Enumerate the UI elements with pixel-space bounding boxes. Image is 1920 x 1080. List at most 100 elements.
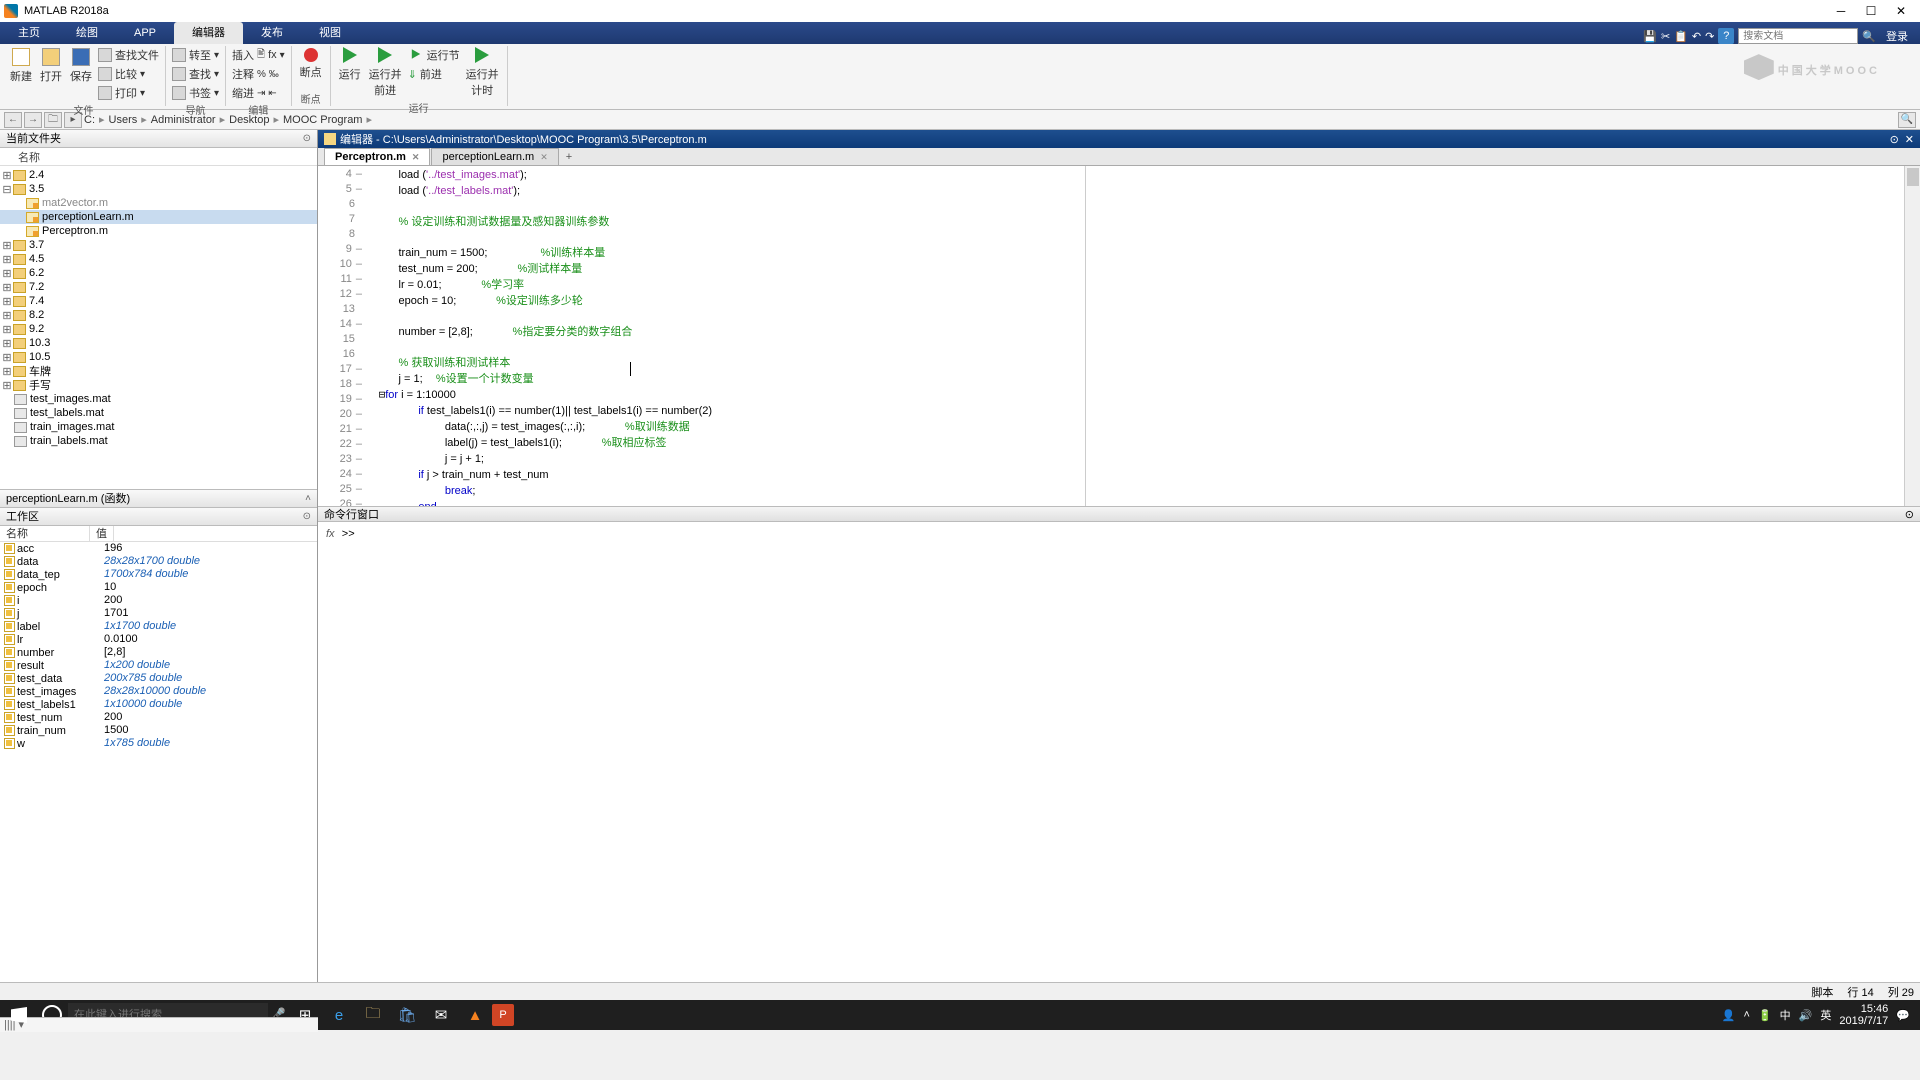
tab-apps[interactable]: APP xyxy=(116,22,174,44)
tab-view[interactable]: 视图 xyxy=(301,22,359,44)
folder-row[interactable]: ⊟3.5 xyxy=(0,182,317,196)
workspace-var-row[interactable]: acc196 xyxy=(0,542,317,555)
folder-row[interactable]: ⊞3.7 xyxy=(0,238,317,252)
folder-row[interactable]: ⊞车牌 xyxy=(0,364,317,378)
store-icon[interactable]: 🛍 xyxy=(390,1000,424,1030)
folder-row[interactable]: ⊞4.5 xyxy=(0,252,317,266)
new-button[interactable]: 新建 xyxy=(8,46,34,102)
folder-row[interactable]: ⊞10.5 xyxy=(0,350,317,364)
advance-button[interactable]: ⇓前进 xyxy=(408,65,460,83)
doc-search-input[interactable] xyxy=(1738,28,1858,44)
folder-row[interactable]: ⊞6.2 xyxy=(0,266,317,280)
col-name[interactable]: 名称 xyxy=(18,149,40,165)
file-row[interactable]: mat2vector.m xyxy=(0,196,317,210)
breakpoint-button[interactable]: 断点 xyxy=(298,46,324,82)
tab-close-icon[interactable]: ✕ xyxy=(412,152,420,163)
code-area[interactable]: load ('../test_images.mat'); load ('../t… xyxy=(366,166,1086,506)
tray-ime2[interactable]: 英 xyxy=(1820,1007,1831,1023)
minimize-button[interactable]: ─ xyxy=(1826,4,1856,18)
folder-row[interactable]: ⊞10.3 xyxy=(0,336,317,350)
quickaccess-save-icon[interactable]: 💾 xyxy=(1643,30,1657,43)
crumb-mooc[interactable]: MOOC Program xyxy=(283,114,362,126)
workspace-var-row[interactable]: label1x1700 double xyxy=(0,620,317,633)
folder-row[interactable]: ⊞7.2 xyxy=(0,280,317,294)
explorer-icon[interactable]: 🗀 xyxy=(356,1000,390,1030)
editor-body[interactable]: 4–5–6 7 8 9– 10–11–12– 13 14–15 16 17–18… xyxy=(318,166,1920,506)
folder-row[interactable]: ⊞7.4 xyxy=(0,294,317,308)
quickaccess-copy-icon[interactable]: 📋 xyxy=(1674,30,1688,43)
tray-people-icon[interactable]: 👤 xyxy=(1722,1009,1736,1022)
findfiles-button[interactable]: 查找文件 xyxy=(98,46,159,64)
workspace-var-row[interactable]: test_num200 xyxy=(0,711,317,724)
run-section-button[interactable]: 运行节 xyxy=(408,46,460,64)
tab-editor[interactable]: 编辑器 xyxy=(174,22,243,44)
folder-row[interactable]: ⊞手写 xyxy=(0,378,317,392)
file-row-selected[interactable]: perceptionLearn.m xyxy=(0,210,317,224)
editor-tab-perceptron[interactable]: Perceptron.m✕ xyxy=(324,148,430,165)
help-icon[interactable]: ? xyxy=(1718,28,1734,44)
indent-button[interactable]: 缩进 ⇥ ⇤ xyxy=(232,84,285,102)
editor-tab-perceptionlearn[interactable]: perceptionLearn.m✕ xyxy=(431,148,558,165)
run-button[interactable]: 运行 xyxy=(337,46,363,100)
tray-ime1[interactable]: 中 xyxy=(1780,1007,1791,1023)
login-button[interactable]: 登录 xyxy=(1880,28,1914,44)
panel-menu-icon[interactable]: ⊙ xyxy=(1905,507,1914,521)
ws-col-name[interactable]: 名称 xyxy=(0,526,90,541)
print-button[interactable]: 打印 ▾ xyxy=(98,84,159,102)
find-button[interactable]: 查找 ▾ xyxy=(172,65,219,83)
workspace-var-row[interactable]: test_labels11x10000 double xyxy=(0,698,317,711)
workspace-var-row[interactable]: lr0.0100 xyxy=(0,633,317,646)
workspace-var-row[interactable]: result1x200 double xyxy=(0,659,317,672)
open-button[interactable]: 打开 xyxy=(38,46,64,102)
file-row[interactable]: train_images.mat xyxy=(0,420,317,434)
file-row[interactable]: test_images.mat xyxy=(0,392,317,406)
workspace-var-row[interactable]: train_num1500 xyxy=(0,724,317,737)
tab-close-icon[interactable]: ✕ xyxy=(540,152,548,163)
tray-battery-icon[interactable]: 🔋 xyxy=(1758,1009,1772,1022)
run-time-button[interactable]: 运行并 计时 xyxy=(464,46,501,100)
workspace-var-row[interactable]: number[2,8] xyxy=(0,646,317,659)
compare-button[interactable]: 比较 ▾ xyxy=(98,65,159,83)
workspace-var-row[interactable]: j1701 xyxy=(0,607,317,620)
panel-menu-icon[interactable]: ⊙ xyxy=(303,508,311,526)
editor-close-icon[interactable]: ✕ xyxy=(1905,133,1914,146)
quickaccess-cut-icon[interactable]: ✂ xyxy=(1661,30,1670,43)
tray-volume-icon[interactable]: 🔊 xyxy=(1799,1009,1813,1022)
tab-home[interactable]: 主页 xyxy=(0,22,58,44)
workspace-var-row[interactable]: i200 xyxy=(0,594,317,607)
tab-publish[interactable]: 发布 xyxy=(243,22,301,44)
tray-up-icon[interactable]: ˄ xyxy=(1744,1009,1750,1021)
editor-new-tab[interactable]: + xyxy=(560,149,578,165)
folder-row[interactable]: ⊞2.4 xyxy=(0,168,317,182)
command-window[interactable]: fx >> xyxy=(318,522,1920,982)
ws-col-value[interactable]: 值 xyxy=(90,526,114,541)
maximize-button[interactable]: ☐ xyxy=(1856,4,1886,18)
editor-max-icon[interactable]: ⊙ xyxy=(1890,133,1899,146)
matlab-taskbar-icon[interactable]: ▲ xyxy=(458,1000,492,1030)
workspace-var-row[interactable]: epoch10 xyxy=(0,581,317,594)
quickaccess-redo-icon[interactable]: ↷ xyxy=(1705,30,1714,43)
folder-row[interactable]: ⊞8.2 xyxy=(0,308,317,322)
file-row[interactable]: Perceptron.m xyxy=(0,224,317,238)
path-search-button[interactable]: 🔍 xyxy=(1898,112,1916,128)
goto-button[interactable]: 转至 ▾ xyxy=(172,46,219,64)
bookmark-button[interactable]: 书签 ▾ xyxy=(172,84,219,102)
file-row[interactable]: test_labels.mat xyxy=(0,406,317,420)
save-button[interactable]: 保存 xyxy=(68,46,94,102)
tray-clock[interactable]: 15:462019/7/17 xyxy=(1839,1003,1888,1027)
comment-button[interactable]: 注释 % ‰ xyxy=(232,65,285,83)
workspace-var-row[interactable]: data_tep1700x784 double xyxy=(0,568,317,581)
edge-icon[interactable]: e xyxy=(322,1000,356,1030)
tray-notification-icon[interactable]: 💬 xyxy=(1896,1009,1910,1022)
powerpoint-icon[interactable]: P xyxy=(492,1004,514,1026)
workspace-var-row[interactable]: test_images28x28x10000 double xyxy=(0,685,317,698)
close-button[interactable]: ✕ xyxy=(1886,4,1916,18)
workspace-var-row[interactable]: w1x785 double xyxy=(0,737,317,750)
quickaccess-undo-icon[interactable]: ↶ xyxy=(1692,30,1701,43)
file-row[interactable]: train_labels.mat xyxy=(0,434,317,448)
insert-button[interactable]: 插入 🖹 fx ▾ xyxy=(232,46,285,64)
workspace-var-row[interactable]: data28x28x1700 double xyxy=(0,555,317,568)
tab-plots[interactable]: 绘图 xyxy=(58,22,116,44)
run-advance-button[interactable]: 运行并 前进 xyxy=(367,46,404,100)
folder-row[interactable]: ⊞9.2 xyxy=(0,322,317,336)
